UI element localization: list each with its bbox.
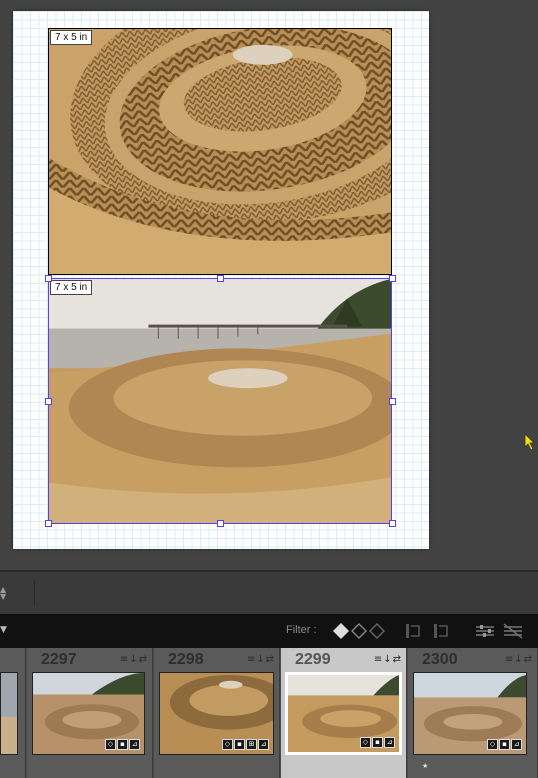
toolbar-divider [34, 580, 35, 606]
frame-number: 2299 [295, 651, 331, 668]
filmstrip-cell-2297[interactable]: 2297 ≡↓⇄ ◇ ▪ ⊿ [27, 648, 153, 778]
image-cell-1[interactable]: 7 x 5 in [48, 28, 392, 275]
print-preview-area: 7 x 5 in 7 x 5 in [0, 0, 538, 570]
app-window: 7 x 5 in 7 x 5 in ▲ ▼ ▼ Filter: 2297 ≡↓… [0, 0, 538, 778]
dropdown-triangle-icon[interactable]: ▼ [0, 625, 7, 635]
filmstrip-filter-bar: ▼ Filter : [0, 614, 538, 648]
resize-handle-bottom[interactable] [217, 520, 224, 527]
cell-size-label: 7 x 5 in [50, 280, 93, 295]
filmstrip-cell-2299-selected[interactable]: 2299 ≡↓⇄ ◇ ▪ ⊿ [281, 648, 407, 778]
filmstrip-cell-2300[interactable]: 2300 ≡↓⇄ ◇ ▪ ⊿ ★ [408, 648, 538, 778]
frame-number: 2300 [422, 651, 458, 668]
thumbnail-status-icons: ◇ ▪ ⊞ ⊿ [222, 739, 269, 750]
resize-handle-left[interactable] [45, 398, 52, 405]
mouse-cursor-icon [524, 433, 535, 451]
thumbnail-image: ◇ ▪ ⊿ [32, 672, 145, 755]
thumbnail-image: ◇ ▪ ⊞ ⊿ [159, 672, 274, 755]
resize-handle-right[interactable] [389, 398, 396, 405]
resize-handle-bottom-right[interactable] [389, 520, 396, 527]
resize-handle-top-right[interactable] [389, 275, 396, 282]
thumbnail-image: ◇ ▪ ⊿ [413, 672, 527, 755]
thumbnail-image [0, 672, 18, 755]
frame-number: 2298 [168, 651, 204, 668]
star-rating-icon: ★ [422, 762, 429, 770]
thumbnail-badges-icon: ≡↓⇄ [373, 654, 402, 665]
filmstrip-cell-2298[interactable]: 2298 ≡↓⇄ ◇ ▪ ⊞ ⊿ [154, 648, 280, 778]
thumbnail-badges-icon: ≡↓⇄ [246, 654, 275, 665]
resize-handle-bottom-left[interactable] [45, 520, 52, 527]
beach-jetty-photo [49, 279, 391, 523]
color-label-filter-icons[interactable] [404, 622, 454, 640]
image-cell-2[interactable]: 7 x 5 in [48, 278, 392, 524]
thumbnail-status-icons: ◇ ▪ ⊿ [487, 739, 522, 750]
filmstrip-partial-thumb[interactable] [0, 648, 26, 778]
resize-handle-top-left[interactable] [45, 275, 52, 282]
sand-tracks-photo-1 [49, 29, 391, 274]
frame-number: 2297 [41, 651, 77, 668]
toolbar-strip: ▲ ▼ [0, 570, 538, 614]
thumbnail-image: ◇ ▪ ⊿ [285, 672, 402, 755]
print-page: 7 x 5 in 7 x 5 in [13, 11, 429, 549]
cell-size-label: 7 x 5 in [50, 30, 93, 45]
flag-filter-icons[interactable] [332, 622, 392, 640]
up-down-arrows-icon[interactable]: ▲ ▼ [0, 586, 6, 601]
filter-sliders-icon[interactable] [474, 622, 530, 640]
resize-handle-top[interactable] [217, 275, 224, 282]
filmstrip: 2297 ≡↓⇄ ◇ ▪ ⊿ 2298 ≡↓⇄ ◇ ▪ ⊞ ⊿ 2299 ≡↓⇄… [0, 648, 538, 778]
thumbnail-badges-icon: ≡↓⇄ [119, 654, 148, 665]
filter-label: Filter : [286, 624, 317, 636]
thumbnail-badges-icon: ≡↓⇄ [504, 654, 533, 665]
thumbnail-status-icons: ◇ ▪ ⊿ [105, 739, 140, 750]
thumbnail-status-icons: ◇ ▪ ⊿ [360, 737, 395, 748]
